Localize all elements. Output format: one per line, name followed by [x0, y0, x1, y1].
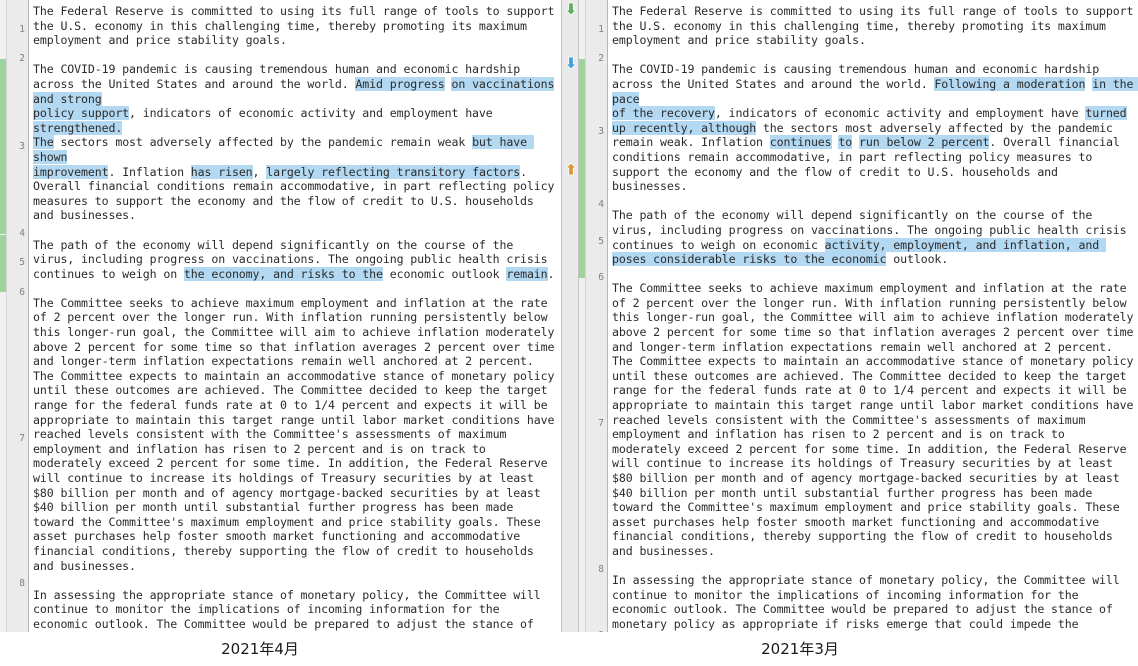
line-number: 1 — [598, 23, 604, 35]
left-line-number-gutter[interactable]: 1357911246810 — [7, 0, 29, 632]
right-change-bar-strip[interactable] — [579, 0, 586, 632]
diff-highlight: continues — [769, 135, 832, 150]
diff-highlight: activity, employment, and inflation, and… — [612, 237, 1106, 267]
diff-highlight: turned — [1085, 106, 1127, 121]
diff-highlight: Amid progress — [355, 76, 445, 91]
line-number: 2 — [19, 53, 25, 65]
left-document-text[interactable]: The Federal Reserve is committed to usin… — [29, 0, 561, 632]
change-bar[interactable] — [0, 59, 6, 234]
change-bar[interactable] — [579, 205, 585, 278]
right-diff-pane[interactable]: 1357911246810 The Federal Reserve is com… — [579, 0, 1138, 632]
line-number: 5 — [19, 257, 25, 269]
caption-row: 2021年4月 2021年3月 — [0, 632, 1138, 666]
change-bar[interactable] — [579, 59, 585, 205]
right-line-number-gutter[interactable]: 1357911246810 — [586, 0, 608, 632]
diff-viewer-root: 1357911246810 The Federal Reserve is com… — [0, 0, 1138, 666]
line-number: 8 — [598, 563, 604, 575]
paragraph[interactable]: The COVID-19 pandemic is causing tremend… — [33, 62, 561, 223]
paragraph[interactable]: The Federal Reserve is committed to usin… — [612, 4, 1138, 48]
paragraph[interactable]: The Federal Reserve is committed to usin… — [33, 4, 561, 48]
left-pane-caption: 2021年4月 — [221, 640, 299, 658]
line-number: 8 — [19, 578, 25, 590]
diff-highlight: has risen — [190, 164, 253, 179]
diff-highlight: but have shown — [33, 135, 534, 164]
diff-navigation-gutter[interactable] — [561, 0, 579, 632]
paragraph[interactable]: In assessing the appropriate stance of m… — [612, 573, 1138, 632]
diff-highlight: Following a moderation — [934, 76, 1086, 91]
change-bar-gutter — [586, 205, 590, 277]
diff-highlight: run below 2 percent — [859, 135, 990, 150]
line-number: 6 — [598, 271, 604, 283]
change-bar-gutter — [7, 235, 11, 293]
paragraph[interactable]: The path of the economy will depend sign… — [33, 238, 561, 282]
left-change-bar-strip[interactable] — [0, 0, 7, 632]
line-number: 1 — [19, 23, 25, 35]
paragraph[interactable]: The Committee seeks to achieve maximum e… — [33, 296, 561, 573]
line-number: 3 — [598, 126, 604, 138]
diff-area: 1357911246810 The Federal Reserve is com… — [0, 0, 1138, 632]
paragraph[interactable]: The COVID-19 pandemic is causing tremend… — [612, 62, 1138, 193]
line-number: 4 — [598, 199, 604, 211]
diff-highlight: up recently, although — [612, 120, 757, 135]
arrow-down-blue-icon[interactable] — [564, 56, 578, 70]
line-number: 3 — [19, 140, 25, 152]
change-bar[interactable] — [0, 234, 6, 293]
right-document-text[interactable]: The Federal Reserve is committed to usin… — [608, 0, 1138, 632]
paragraph[interactable]: The path of the economy will depend sign… — [612, 208, 1138, 267]
change-bar-gutter — [7, 59, 11, 234]
diff-highlight: largely reflecting transitory factors — [266, 164, 521, 179]
change-bar-gutter — [586, 59, 590, 204]
diff-highlight: and strong — [33, 91, 102, 106]
diff-highlight: improvement — [33, 164, 109, 179]
paragraph[interactable]: In assessing the appropriate stance of m… — [33, 588, 561, 632]
diff-highlight: to — [838, 135, 853, 150]
line-number: 4 — [19, 228, 25, 240]
line-number: 7 — [598, 417, 604, 429]
diff-highlight: of the recovery — [612, 106, 715, 121]
arrow-up-orange-icon[interactable] — [564, 162, 578, 176]
paragraph[interactable]: The Committee seeks to achieve maximum e… — [612, 281, 1138, 558]
line-number: 2 — [598, 53, 604, 65]
right-pane-caption: 2021年3月 — [761, 640, 839, 658]
line-number: 5 — [598, 235, 604, 247]
left-diff-pane[interactable]: 1357911246810 The Federal Reserve is com… — [0, 0, 561, 632]
diff-highlight: the economy, and risks to the — [183, 266, 383, 281]
line-number: 7 — [19, 432, 25, 444]
diff-highlight: strengthened. — [33, 120, 123, 135]
diff-highlight: policy support — [33, 106, 130, 121]
line-number: 6 — [19, 286, 25, 298]
diff-highlight: The — [33, 135, 54, 150]
diff-highlight: remain — [506, 266, 548, 281]
arrow-down-green-icon[interactable] — [564, 2, 578, 16]
diff-highlight: on vaccinations — [451, 76, 555, 91]
